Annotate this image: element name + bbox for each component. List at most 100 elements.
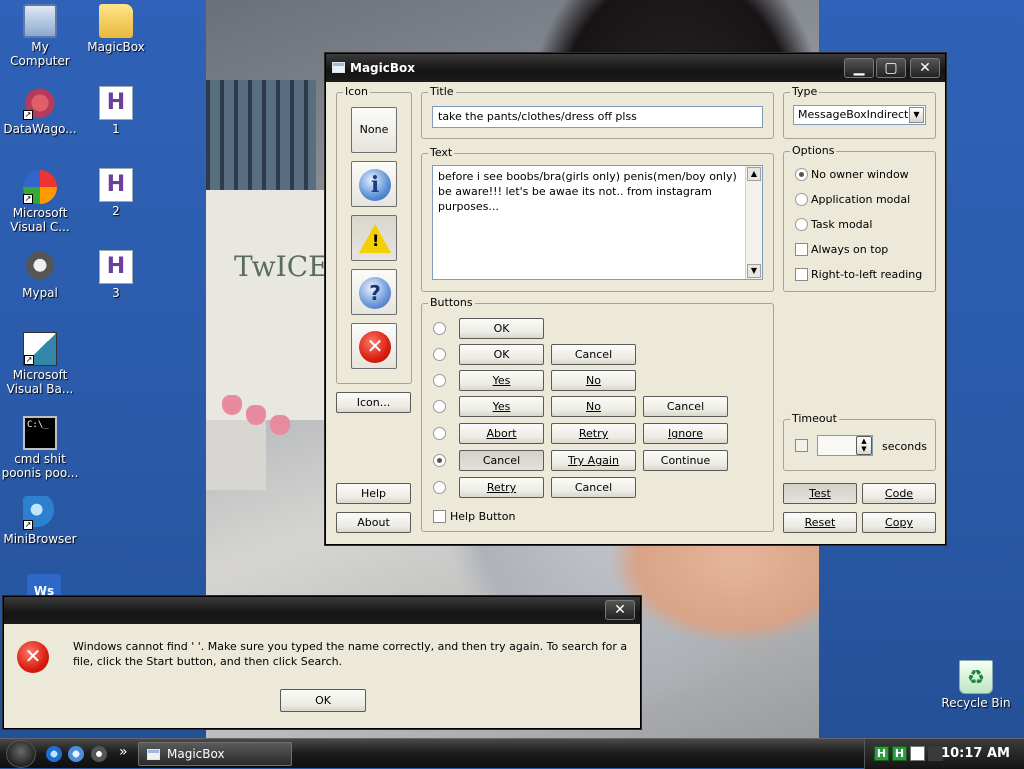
chevron-down-icon[interactable]: ▼ <box>909 107 924 123</box>
desktop-icon-label: 3 <box>112 286 120 300</box>
buttons-no[interactable]: No <box>551 396 636 417</box>
desktop-icon-minibrowser[interactable]: ↗ MiniBrowser <box>0 496 80 546</box>
option-application-modal-radio[interactable] <box>795 193 808 206</box>
minimize-button[interactable]: ▁ <box>844 58 874 78</box>
text-input[interactable]: before i see boobs/bra(girls only) penis… <box>432 165 763 280</box>
desktop-icon-label: MagicBox <box>87 40 145 54</box>
buttons-retry[interactable]: Retry <box>459 477 544 498</box>
type-group: Type MessageBoxIndirect ▼ <box>783 85 936 139</box>
scroll-up-arrow-icon[interactable]: ▲ <box>747 167 761 181</box>
timeout-spinner[interactable]: ▲ ▼ <box>856 436 872 455</box>
option-no-owner-window-radio[interactable] <box>795 168 808 181</box>
icon-none-button[interactable]: None <box>351 107 397 153</box>
tray-h-icon[interactable]: H <box>874 746 889 761</box>
error-message: Windows cannot find ' '. Make sure you t… <box>73 640 628 668</box>
desktop-icon-magicbox[interactable]: MagicBox <box>76 4 156 54</box>
wallpaper-board-text: TwICE! <box>234 250 340 283</box>
buttons-radio-yes-no[interactable] <box>433 374 446 387</box>
option-task-modal-radio[interactable] <box>795 218 808 231</box>
option-rtl-reading-checkbox[interactable] <box>795 268 808 281</box>
buttons-cancel[interactable]: Cancel <box>459 450 544 471</box>
type-select[interactable]: MessageBoxIndirect ▼ <box>793 105 926 125</box>
buttons-radio-yes-no-cancel[interactable] <box>433 400 446 413</box>
desktop-icon-microsoft-visual-ba[interactable]: ↗ Microsoft Visual Ba... <box>0 332 80 396</box>
desktop-icon-recycle-bin[interactable]: ♻ Recycle Bin <box>936 660 1016 710</box>
spin-down-icon[interactable]: ▼ <box>861 445 866 453</box>
test-button[interactable]: Test <box>783 483 857 504</box>
taskbar-button-label: MagicBox <box>167 747 225 761</box>
desktop-icon-2[interactable]: H 2 <box>76 168 156 218</box>
buttons-no[interactable]: No <box>551 370 636 391</box>
desktop-icon-my-computer[interactable]: My Computer <box>0 4 80 68</box>
buttons-radio-abort-retry-ignore[interactable] <box>433 427 446 440</box>
desktop-icon-3[interactable]: H 3 <box>76 250 156 300</box>
help-button[interactable]: Help <box>336 483 411 504</box>
tray-network-icon[interactable] <box>910 746 925 761</box>
buttons-ok[interactable]: OK <box>459 344 544 365</box>
options-group: Options No owner window Application moda… <box>783 144 936 292</box>
buttons-continue[interactable]: Continue <box>643 450 728 471</box>
about-button[interactable]: About <box>336 512 411 533</box>
buttons-yes[interactable]: Yes <box>459 370 544 391</box>
buttons-cancel[interactable]: Cancel <box>643 396 728 417</box>
close-button[interactable]: ✕ <box>910 58 940 78</box>
title-input[interactable]: take the pants/clothes/dress off plss <box>432 106 763 128</box>
text-input-value: before i see boobs/bra(girls only) penis… <box>438 170 737 213</box>
wallpaper-whiteboard-lower <box>206 420 266 490</box>
internet-explorer-icon[interactable] <box>46 746 62 762</box>
reset-button[interactable]: Reset <box>783 512 857 533</box>
buttons-cancel[interactable]: Cancel <box>551 477 636 498</box>
ok-button[interactable]: OK <box>280 689 366 712</box>
desktop-icon-cmd[interactable]: C:\_ cmd shit poonis poo... <box>0 416 80 480</box>
icon-error-button[interactable]: ✕ <box>351 323 397 369</box>
quicklaunch-more-icon[interactable]: » <box>119 744 128 760</box>
buttons-yes[interactable]: Yes <box>459 396 544 417</box>
scroll-down-arrow-icon[interactable]: ▼ <box>747 264 761 278</box>
icon-warning-button[interactable]: ! <box>351 215 397 261</box>
desktop-icon-mypal[interactable]: Mypal <box>0 250 80 300</box>
buttons-radio-retry-cancel[interactable] <box>433 481 446 494</box>
h-file-icon: H <box>99 86 133 120</box>
error-dialog-titlebar[interactable]: ✕ <box>4 597 640 624</box>
computer-icon <box>23 4 57 38</box>
error-dialog[interactable]: ✕ ✕ Windows cannot find ' '. Make sure y… <box>3 596 641 729</box>
taskbar-button-magicbox[interactable]: MagicBox <box>138 742 292 766</box>
buttons-abort[interactable]: Abort <box>459 423 544 444</box>
text-scrollbar[interactable]: ▲ ▼ <box>745 166 762 279</box>
desktop-icon-datawago[interactable]: ↗ DataWago... <box>0 86 80 136</box>
copy-button[interactable]: Copy <box>862 512 936 533</box>
buttons-radio-ok[interactable] <box>433 322 446 335</box>
icon-browse-button[interactable]: Icon... <box>336 392 411 413</box>
magicbox-titlebar[interactable]: MagicBox ▁ ▢ ✕ <box>326 54 945 82</box>
option-always-on-top-checkbox[interactable] <box>795 243 808 256</box>
desktop-icon-1[interactable]: H 1 <box>76 86 156 136</box>
buttons-radio-ok-cancel[interactable] <box>433 348 446 361</box>
buttons-ignore[interactable]: Ignore <box>643 423 728 444</box>
media-player-icon[interactable] <box>91 746 107 762</box>
option-no-owner-window-label: No owner window <box>811 168 909 181</box>
spin-up-icon[interactable]: ▲ <box>861 437 866 445</box>
clock[interactable]: 10:17 AM <box>941 746 1010 761</box>
buttons-cancel[interactable]: Cancel <box>551 344 636 365</box>
icon-info-button[interactable]: i <box>351 161 397 207</box>
code-button[interactable]: Code <box>862 483 936 504</box>
desktop-icon-label: cmd shit poonis poo... <box>1 452 79 480</box>
desktop-icon-label: Microsoft Visual Ba... <box>6 368 74 396</box>
browser-quicklaunch-icon[interactable] <box>68 746 84 762</box>
help-button-checkbox[interactable] <box>433 510 446 523</box>
buttons-radio-cancel-tryagain-continue[interactable] <box>433 454 446 467</box>
group-legend: Buttons <box>428 296 475 310</box>
wallpaper-heart <box>246 405 266 425</box>
desktop-icon-microsoft-visual-c[interactable]: ↗ Microsoft Visual C... <box>0 170 80 234</box>
timeout-checkbox[interactable] <box>795 439 808 452</box>
buttons-ok[interactable]: OK <box>459 318 544 339</box>
buttons-try-again[interactable]: Try Again <box>551 450 636 471</box>
maximize-button[interactable]: ▢ <box>876 58 906 78</box>
start-button[interactable] <box>6 740 36 768</box>
close-button[interactable]: ✕ <box>605 600 635 620</box>
icon-question-button[interactable]: ? <box>351 269 397 315</box>
magicbox-window[interactable]: MagicBox ▁ ▢ ✕ Icon None i ! ? ✕ Icon...… <box>325 53 946 545</box>
buttons-retry[interactable]: Retry <box>551 423 636 444</box>
option-rtl-reading-label: Right-to-left reading <box>811 268 923 281</box>
tray-h-icon[interactable]: H <box>892 746 907 761</box>
